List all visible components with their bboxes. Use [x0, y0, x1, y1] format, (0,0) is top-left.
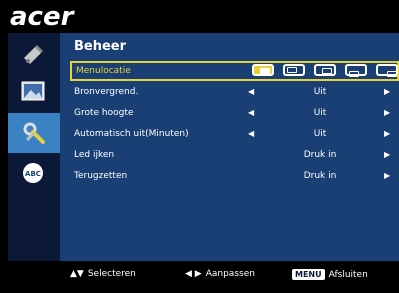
exit-label: Afsluiten	[328, 269, 368, 280]
page-title: Beheer	[74, 39, 127, 54]
row-value: Druk in	[303, 150, 337, 160]
row-label: Bronvergrend.	[74, 87, 139, 97]
menu-row-menulocatie[interactable]: Menulocatie	[70, 61, 399, 81]
left-arrow-icon[interactable]: ◀	[248, 83, 254, 101]
row-label: Automatisch uit(Minuten)	[74, 129, 189, 139]
right-arrow-icon[interactable]: ▶	[384, 125, 390, 143]
acer-logo: acer	[10, 2, 74, 32]
position-bottom-left-option[interactable]	[345, 64, 367, 77]
menu-row-terugzetten[interactable]: Terugzetten Druk in ▶	[70, 167, 395, 185]
position-top-right-option[interactable]	[314, 64, 336, 76]
right-arrow-icon[interactable]: ▶	[384, 104, 390, 122]
row-value: Uit	[313, 108, 327, 118]
menu-key-icon: MENU	[292, 269, 325, 280]
exit-hint: MENU Afsluiten	[292, 269, 368, 280]
position-top-left-option[interactable]	[283, 64, 305, 76]
svg-text:ABC: ABC	[25, 170, 41, 178]
left-arrow-icon[interactable]: ◀	[248, 104, 254, 122]
menu-row-bronvergrend[interactable]: Bronvergrend. ◀ Uit ▶	[70, 83, 395, 101]
abc-language-icon[interactable]: ABC	[16, 157, 50, 189]
row-label: Terugzetten	[74, 171, 128, 181]
row-value: Uit	[313, 87, 327, 97]
left-arrow-icon[interactable]: ◀	[248, 125, 254, 143]
footer-hints: ▲▼ Selecteren ◀ ▶ Aanpassen MENU Afsluit…	[60, 261, 399, 293]
right-arrow-icon[interactable]: ▶	[384, 146, 390, 164]
settings-panel: Beheer Menulocatie Bronvergrend. ◀ Uit ▶…	[60, 33, 399, 261]
sidebar: ABC	[8, 33, 60, 261]
menu-row-automatisch-uit[interactable]: Automatisch uit(Minuten) ◀ Uit ▶	[70, 125, 395, 143]
menu-row-grote-hoogte[interactable]: Grote hoogte ◀ Uit ▶	[70, 104, 395, 122]
image-adjust-icon[interactable]	[16, 39, 50, 71]
select-label: Selecteren	[87, 269, 136, 279]
row-value: Uit	[313, 129, 327, 139]
up-down-arrows-icon: ▲▼	[70, 269, 84, 279]
row-label: Menulocatie	[76, 66, 131, 76]
position-bottom-right-option[interactable]	[376, 64, 398, 77]
row-label: Led ijken	[74, 150, 115, 160]
adjust-hint: ◀ ▶ Aanpassen	[185, 269, 255, 279]
picture-icon[interactable]	[16, 75, 50, 107]
row-value: Druk in	[303, 171, 337, 181]
left-right-arrows-icon: ◀ ▶	[185, 269, 202, 279]
position-center-option[interactable]	[252, 64, 274, 76]
tools-icon[interactable]	[8, 113, 60, 153]
right-arrow-icon[interactable]: ▶	[384, 167, 390, 185]
menu-row-led-ijken[interactable]: Led ijken Druk in ▶	[70, 146, 395, 164]
row-label: Grote hoogte	[74, 108, 134, 118]
adjust-label: Aanpassen	[205, 269, 255, 279]
right-arrow-icon[interactable]: ▶	[384, 83, 390, 101]
select-hint: ▲▼ Selecteren	[70, 269, 136, 279]
